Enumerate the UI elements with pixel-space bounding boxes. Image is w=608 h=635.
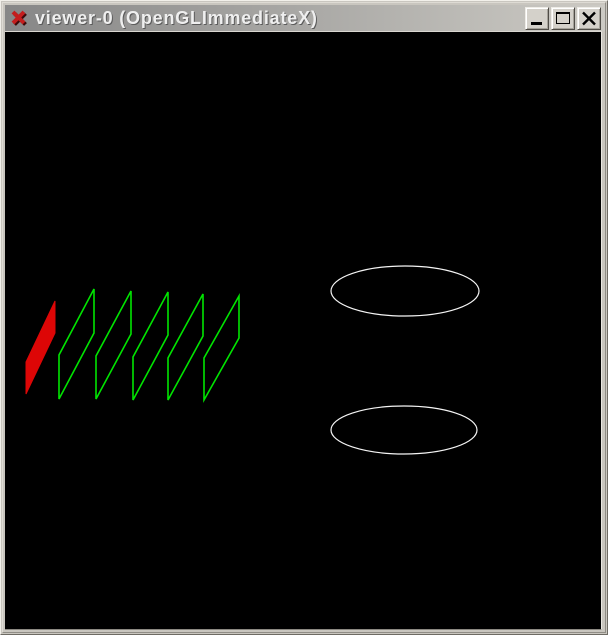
window-title: viewer-0 (OpenGLImmediateX) <box>35 5 525 31</box>
green-wireframe-parallelogram-3 <box>133 292 168 400</box>
green-wireframe-parallelogram-1 <box>59 289 94 399</box>
window-menu-red-x-icon[interactable] <box>9 8 29 28</box>
close-icon <box>581 11 597 26</box>
titlebar[interactable]: viewer-0 (OpenGLImmediateX) <box>5 5 605 31</box>
scene-svg[interactable] <box>5 32 602 631</box>
red-filled-parallelogram <box>26 301 55 394</box>
viewer-window: viewer-0 (OpenGLImmediateX) <box>0 0 608 635</box>
white-wireframe-ellipse-bottom <box>331 406 477 454</box>
minimize-button[interactable] <box>525 7 549 30</box>
close-button[interactable] <box>577 7 601 30</box>
minimize-icon <box>531 22 542 25</box>
opengl-viewport[interactable] <box>5 31 602 630</box>
red-x-icon <box>9 8 29 28</box>
white-wireframe-ellipse-top <box>331 266 479 316</box>
green-wireframe-parallelogram-5 <box>204 296 239 400</box>
maximize-button[interactable] <box>551 7 575 30</box>
green-wireframe-parallelogram-2 <box>96 291 131 399</box>
green-wireframe-parallelogram-4 <box>168 294 203 400</box>
maximize-icon <box>556 12 570 24</box>
titlebar-buttons <box>525 7 601 30</box>
